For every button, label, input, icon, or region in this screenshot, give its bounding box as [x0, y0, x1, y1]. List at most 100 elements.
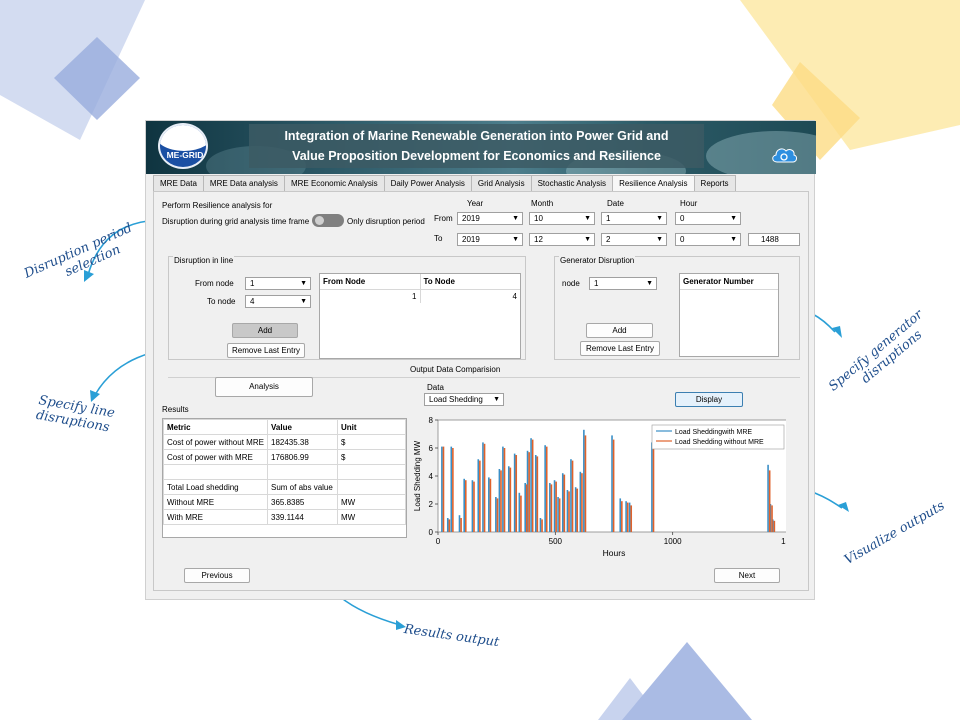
table-cell: With MRE	[163, 509, 268, 525]
tab-mre-economic-analysis[interactable]: MRE Economic Analysis	[283, 175, 385, 191]
table-cell	[337, 479, 406, 495]
line-disruption-group: Disruption in line From node 1 ▼ To node …	[168, 256, 526, 360]
app-banner: ME-GRID Integration of Marine Renewable …	[146, 121, 816, 174]
next-button[interactable]: Next	[714, 568, 780, 583]
x-tick-label: 1500	[781, 537, 786, 546]
table-cell: Sum of abs value	[267, 479, 338, 495]
table-row[interactable]: Total Load shedding Sum of abs value	[163, 479, 406, 495]
table-cell: 365.8385	[267, 494, 338, 510]
results-table: Metric Value Unit Cost of power without MRE…	[162, 418, 407, 538]
line-disruption-title: Disruption in line	[173, 256, 235, 265]
year-header: Year	[467, 199, 484, 208]
to-month-select[interactable]: 12 ▼	[529, 233, 595, 246]
generator-disruption-title: Generator Disruption	[559, 256, 636, 265]
results-label: Results	[162, 405, 189, 414]
table-cell: $	[337, 434, 406, 450]
table-cell: Cost of power without MRE	[163, 434, 268, 450]
table-cell: 176806.99	[267, 449, 338, 465]
table-row[interactable]: 1 4	[320, 289, 520, 303]
perform-label: Perform Resilience analysis for	[162, 201, 273, 210]
analysis-button[interactable]: Analysis	[215, 377, 313, 397]
gen-node-label: node	[562, 279, 580, 288]
remove-generator-entry-button[interactable]: Remove Last Entry	[580, 341, 660, 356]
y-tick-label: 6	[429, 444, 434, 453]
tab-grid-analysis[interactable]: Grid Analysis	[470, 175, 532, 191]
table-cell: 182435.38	[267, 434, 338, 450]
generator-disruption-group: Generator Disruption node 1 ▼ Add Remove …	[554, 256, 800, 360]
tab-daily-power-analysis[interactable]: Daily Power Analysis	[383, 175, 472, 191]
table-cell: MW	[337, 494, 406, 510]
from-year-select[interactable]: 2019 ▼	[457, 212, 523, 225]
toggle-right-label: Only disruption period	[347, 217, 425, 226]
table-row[interactable]: Without MRE 365.8385 MW	[163, 494, 406, 510]
date-header: Date	[607, 199, 624, 208]
chart-area: 0 2 4 6 8 0 500 1000 1500 Hours Load Shedding MW Lo…	[410, 416, 799, 558]
from-month-select[interactable]: 10 ▼	[529, 212, 595, 225]
add-generator-button[interactable]: Add	[586, 323, 653, 338]
x-tick-label: 500	[549, 537, 563, 546]
results-col-header: Unit	[337, 419, 406, 435]
remove-line-entry-button[interactable]: Remove Last Entry	[227, 343, 305, 358]
table-cell: Without MRE	[163, 494, 268, 510]
month-header: Month	[531, 199, 554, 208]
results-col-header: Metric	[163, 419, 268, 435]
from-node-col-header: From Node	[320, 274, 421, 290]
data-type-select[interactable]: Load Shedding ▼	[424, 393, 504, 406]
tab-stochastic-analysis[interactable]: Stochastic Analysis	[530, 175, 614, 191]
to-date-select[interactable]: 2 ▼	[601, 233, 667, 246]
tab-reports[interactable]: Reports	[693, 175, 736, 191]
y-tick-label: 8	[429, 416, 434, 425]
app-title: Integration of Marine Renewable Generati…	[249, 124, 704, 168]
table-cell: 4	[512, 292, 517, 301]
generator-number-header: Generator Number	[680, 274, 778, 290]
tab-bar: MRE Data MRE Data analysis MRE Economic An…	[153, 175, 736, 192]
table-cell: 1	[320, 289, 421, 303]
from-date-select[interactable]: 1 ▼	[601, 212, 667, 225]
table-row[interactable]: Cost of power with MRE 176806.99 $	[163, 449, 406, 465]
table-row[interactable]	[163, 464, 406, 480]
tab-mre-data[interactable]: MRE Data	[153, 175, 204, 191]
y-tick-label: 4	[429, 472, 434, 481]
from-label: From	[434, 214, 453, 223]
toggle-left-label: Disruption during grid analysis time fra…	[162, 217, 310, 226]
data-label: Data	[427, 383, 444, 392]
table-cell: 339.1144	[267, 509, 338, 525]
table-cell	[337, 464, 406, 480]
gen-node-select[interactable]: 1 ▼	[589, 277, 657, 290]
table-cell: MW	[337, 509, 406, 525]
to-year-select[interactable]: 2019 ▼	[457, 233, 523, 246]
table-row[interactable]: With MRE 339.1144 MW	[163, 509, 406, 525]
y-tick-label: 2	[429, 500, 434, 509]
table-cell: $	[337, 449, 406, 465]
load-shedding-chart: 0 2 4 6 8 0 500 1000 1500 Hours Load Shedding MW Lo…	[413, 416, 799, 558]
y-axis-label: Load Shedding MW	[413, 440, 422, 511]
table-cell	[163, 464, 268, 480]
from-hour-select[interactable]: 0 ▼	[675, 212, 741, 225]
y-tick-label: 0	[429, 528, 434, 537]
cloud-gear-icon[interactable]	[770, 145, 798, 163]
me-grid-logo: ME-GRID	[158, 123, 208, 169]
period-toggle-switch[interactable]	[312, 214, 344, 227]
hours-total-field[interactable]: 1488	[748, 233, 800, 246]
generator-table: Generator Number	[679, 273, 779, 357]
add-line-button[interactable]: Add	[232, 323, 298, 338]
results-col-header: Value	[267, 419, 338, 435]
to-node-col-header: To Node	[420, 274, 520, 290]
tab-mre-data-analysis[interactable]: MRE Data analysis	[202, 175, 285, 191]
hour-header: Hour	[680, 199, 698, 208]
previous-button[interactable]: Previous	[184, 568, 250, 583]
table-cell: Total Load shedding	[163, 479, 268, 495]
to-node-select[interactable]: 4 ▼	[245, 295, 311, 308]
to-label: To	[434, 234, 443, 243]
tab-resilience-analysis[interactable]: Resilience Analysis	[612, 175, 695, 192]
display-button[interactable]: Display	[675, 392, 743, 407]
table-row[interactable]: Cost of power without MRE 182435.38 $	[163, 434, 406, 450]
from-node-select[interactable]: 1 ▼	[245, 277, 311, 290]
to-hour-select[interactable]: 0 ▼	[675, 233, 741, 246]
app-window: ME-GRID Integration of Marine Renewable …	[145, 120, 816, 600]
line-disruption-table: From Node To Node 1 4	[319, 273, 521, 359]
x-tick-label: 1000	[664, 537, 682, 546]
x-axis-label: Hours	[603, 548, 626, 556]
to-node-label: To node	[207, 297, 236, 306]
legend-label: Load Sheddingwith MRE	[675, 429, 752, 436]
